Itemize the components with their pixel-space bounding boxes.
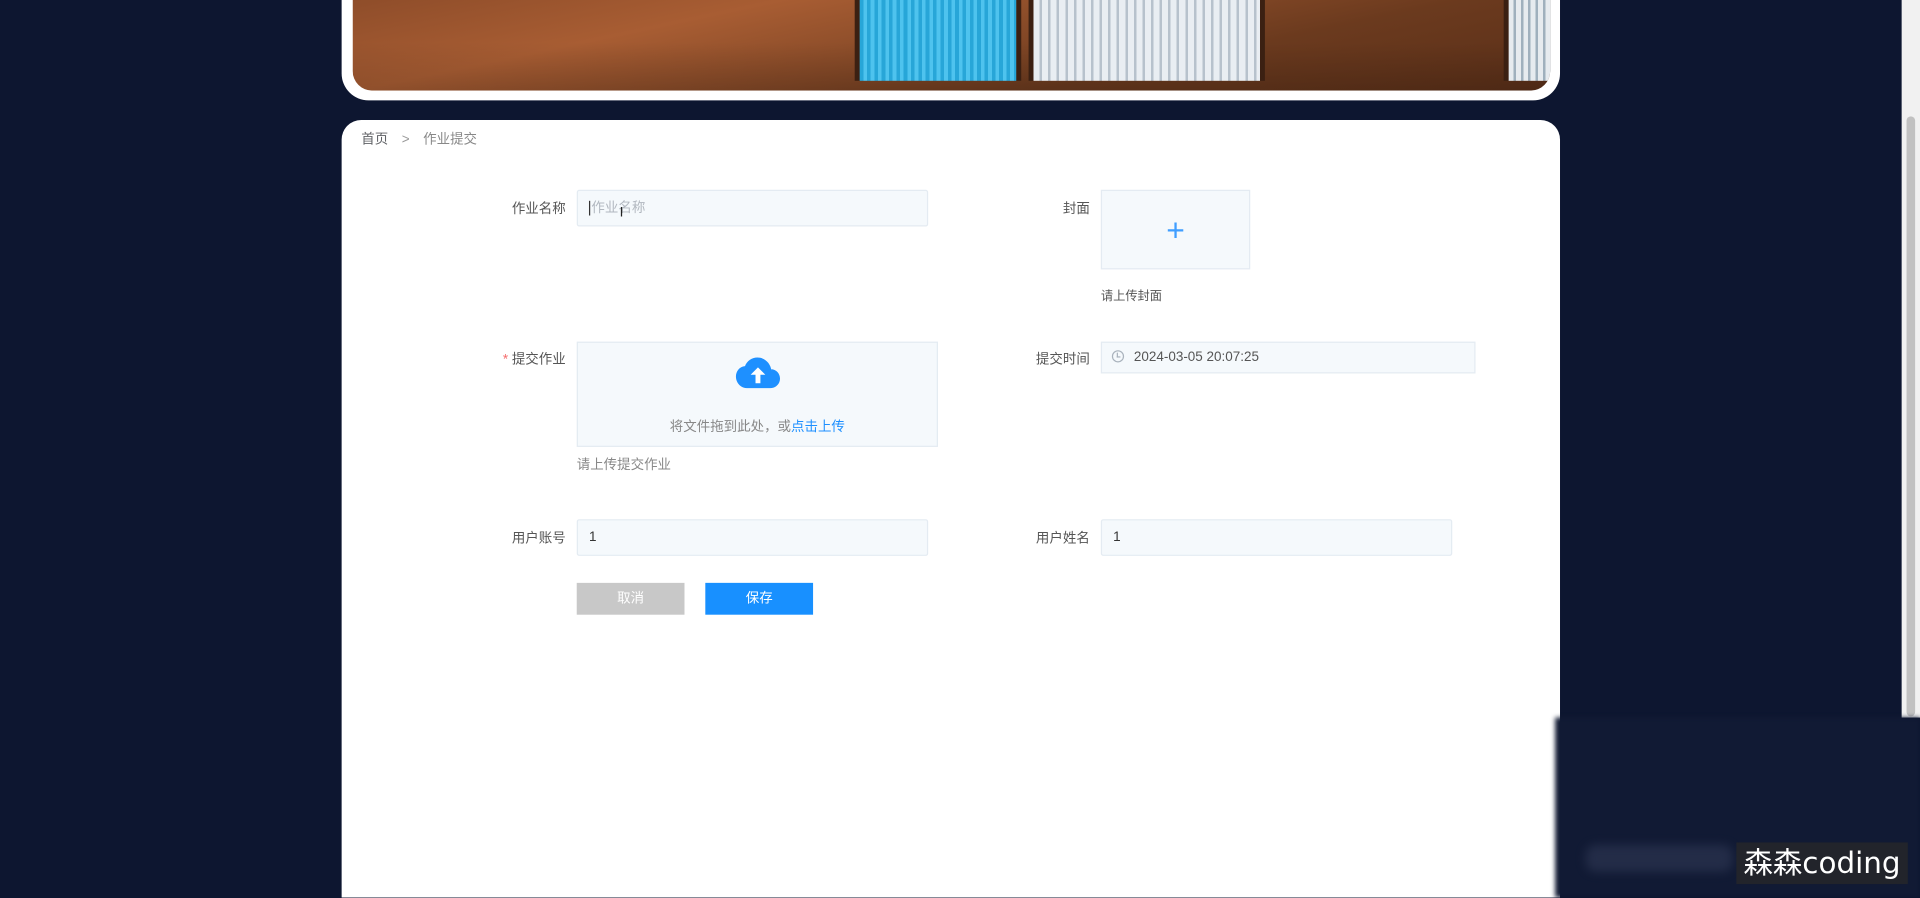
submit-work-label: * 提交作业 — [456, 349, 566, 369]
banner-image — [352, 0, 1551, 91]
mouse-text-cursor-icon: I — [619, 205, 624, 221]
cover-hint: 请上传封面 — [1100, 290, 1163, 304]
submit-time-value: 2024-03-05 20:07:25 — [1133, 350, 1259, 365]
breadcrumb-separator: > — [401, 132, 410, 147]
banner-bookshelf-blue — [854, 0, 1022, 81]
page: 首页 > 作业提交 作业名称 作业名称 I 封面 + 请上传封面 * 提交作业 将… — [0, 0, 1920, 898]
user-account-input[interactable]: 1 — [576, 519, 929, 556]
submit-time-picker[interactable]: 2024-03-05 20:07:25 — [1100, 341, 1476, 374]
submit-work-hint: 请上传提交作业 — [576, 457, 672, 473]
cover-upload[interactable]: + — [1100, 189, 1251, 270]
banner-bookshelf-right — [1503, 0, 1551, 81]
required-mark: * — [502, 352, 509, 368]
breadcrumb-home[interactable]: 首页 — [361, 132, 388, 147]
scrollbar[interactable] — [1901, 0, 1920, 718]
save-button[interactable]: 保存 — [705, 582, 814, 615]
click-upload-link[interactable]: 点击上传 — [791, 420, 845, 435]
breadcrumb: 首页 > 作业提交 — [361, 129, 477, 149]
clock-icon — [1111, 350, 1125, 363]
file-dropzone[interactable]: 将文件拖到此处，或点击上传 — [576, 341, 938, 447]
cloud-upload-icon — [735, 357, 781, 389]
cover-label: 封面 — [1062, 202, 1090, 217]
text-caret — [588, 200, 591, 216]
user-name-label: 用户姓名 — [1035, 531, 1090, 547]
work-name-input[interactable]: 作业名称 — [576, 189, 929, 227]
dropzone-instruction: 将文件拖到此处，或 — [669, 420, 792, 435]
breadcrumb-current: 作业提交 — [423, 132, 478, 147]
work-name-label: 作业名称 — [511, 202, 566, 217]
banner-bookshelf-white — [1028, 0, 1265, 81]
submit-work-label-text: 提交作业 — [511, 352, 566, 368]
banner-frame — [341, 0, 1561, 101]
user-name-input[interactable]: 1 — [1100, 519, 1453, 556]
user-account-label: 用户账号 — [511, 531, 566, 547]
form-card: 首页 > 作业提交 作业名称 作业名称 I 封面 + 请上传封面 * 提交作业 将… — [341, 120, 1561, 898]
blurred-overlay-text — [1585, 844, 1733, 872]
watermark: 森森coding — [1736, 842, 1908, 885]
cancel-button[interactable]: 取消 — [576, 582, 685, 615]
dropzone-text: 将文件拖到此处，或点击上传 — [578, 416, 937, 436]
scrollbar-thumb[interactable] — [1906, 116, 1916, 717]
plus-icon: + — [1166, 211, 1185, 248]
submit-time-label: 提交时间 — [1035, 352, 1090, 368]
work-name-placeholder: 作业名称 — [591, 200, 646, 216]
